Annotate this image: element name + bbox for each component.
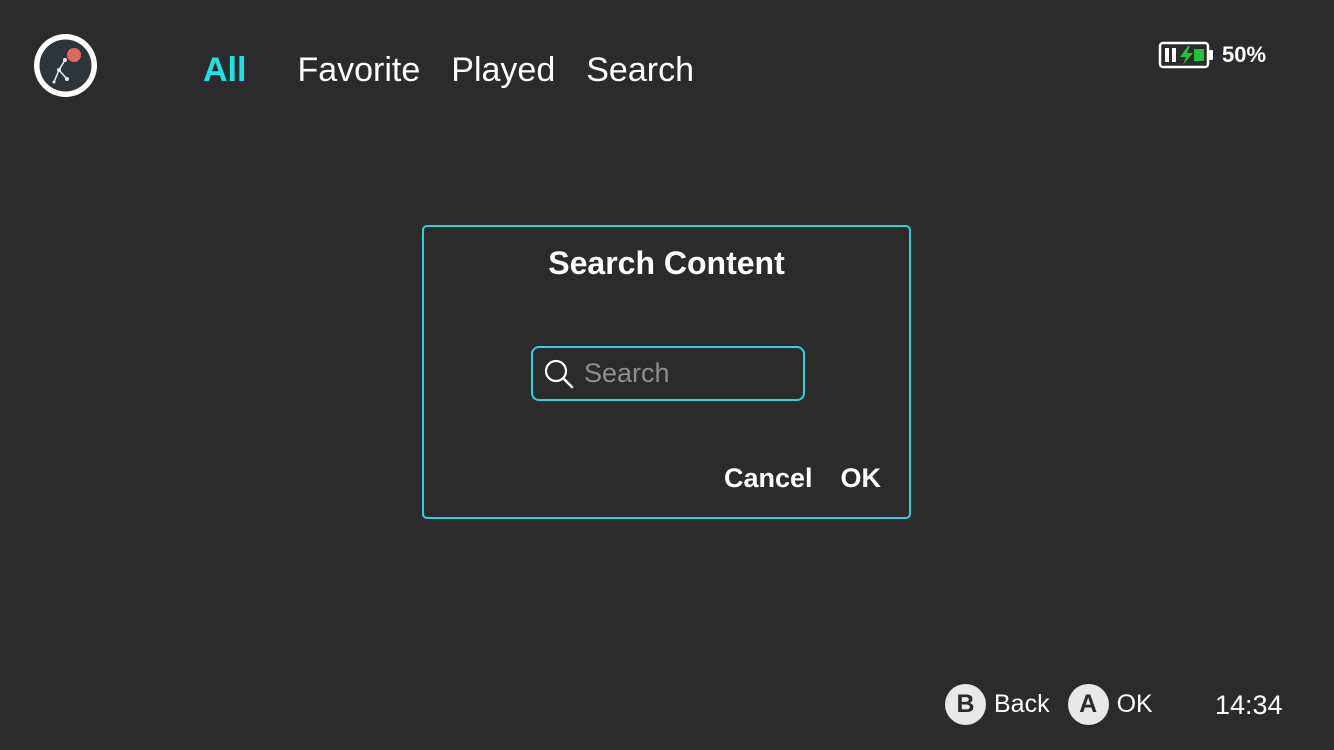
dialog-title: Search Content — [548, 245, 785, 281]
tab-played[interactable]: Played — [451, 50, 555, 90]
user-avatar-icon — [39, 39, 92, 92]
ok-hint[interactable]: A OK — [1067, 684, 1153, 725]
tab-all[interactable]: All — [203, 50, 246, 90]
a-button-icon: A — [1067, 684, 1109, 725]
search-input[interactable] — [584, 358, 784, 389]
tab-favorite[interactable]: Favorite — [297, 50, 420, 90]
nav-tabs: All Favorite Played Search — [203, 50, 725, 90]
button-hints: B Back A OK — [945, 684, 1171, 725]
user-avatar[interactable] — [34, 34, 97, 97]
screen: All Favorite Played Search 50% Search Co… — [0, 0, 1334, 750]
back-hint-label: Back — [994, 690, 1050, 718]
search-icon — [544, 359, 574, 388]
tab-search[interactable]: Search — [586, 50, 694, 90]
battery-charging-icon — [1158, 41, 1213, 69]
cancel-button[interactable]: Cancel — [724, 463, 813, 494]
ok-hint-label: OK — [1116, 690, 1153, 718]
ok-button[interactable]: OK — [841, 463, 882, 494]
clock: 14:34 — [1215, 690, 1283, 720]
back-hint[interactable]: B Back — [945, 684, 1050, 725]
battery-status: 50% — [1158, 40, 1266, 70]
search-dialog: Search Content Cancel OK — [422, 225, 911, 519]
search-field[interactable] — [531, 346, 805, 401]
dialog-actions: Cancel OK — [724, 463, 881, 494]
b-button-icon: B — [945, 684, 986, 725]
battery-percent: 50% — [1222, 42, 1267, 67]
